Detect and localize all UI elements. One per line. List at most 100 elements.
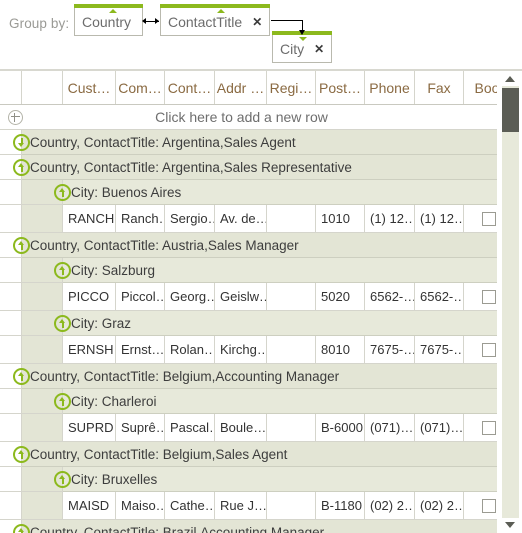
bool-cell[interactable] (464, 205, 497, 232)
bool-cell[interactable] (464, 283, 497, 310)
chip-remove-icon[interactable]: ✕ (252, 16, 262, 28)
group-by-chip-country[interactable]: Country (74, 4, 143, 36)
group-header-band[interactable]: City: Buenos Aires (54, 180, 497, 205)
table-cell[interactable]: ERNSH (63, 336, 116, 363)
table-cell[interactable]: Maiso… (116, 492, 165, 519)
collapse-group-icon[interactable] (54, 315, 71, 332)
add-row-plus-icon[interactable] (4, 109, 26, 125)
table-cell[interactable]: SUPRD (63, 414, 116, 441)
table-cell[interactable] (267, 414, 316, 441)
row-checkbox[interactable] (481, 342, 496, 357)
data-row[interactable]: MAISD Maiso… Cathe… Rue J… B-1180 (02) 2… (02)… (63, 492, 497, 520)
table-cell[interactable]: RANCH (63, 205, 116, 232)
column-header-2[interactable]: Cust… (63, 71, 116, 104)
row-checkbox[interactable] (481, 211, 496, 226)
vertical-scrollbar[interactable] (497, 71, 522, 533)
table-cell[interactable] (267, 205, 316, 232)
table-cell[interactable]: Suprê… (116, 414, 165, 441)
collapse-group-icon[interactable] (13, 237, 30, 254)
table-cell[interactable]: Boule… (215, 414, 267, 441)
table-cell[interactable]: B-6000 (316, 414, 365, 441)
group-header-band[interactable]: City: Graz (54, 311, 497, 336)
row-checkbox[interactable] (481, 498, 496, 513)
group-header-band[interactable]: Country, ContactTitle: Argentina,Sales R… (13, 155, 497, 180)
bool-cell[interactable] (464, 492, 497, 519)
collapse-group-icon[interactable] (13, 159, 30, 176)
bool-cell[interactable] (464, 414, 497, 441)
group-header-band[interactable]: City: Bruxelles (54, 467, 497, 492)
bool-cell[interactable] (464, 336, 497, 363)
scrollbar-thumb[interactable] (502, 88, 519, 132)
table-cell[interactable]: Rolan… (165, 336, 215, 363)
table-cell[interactable]: PICCO (63, 283, 116, 310)
group-by-chip-contacttitle[interactable]: ContactTitle ✕ (160, 4, 270, 36)
table-cell[interactable]: Rue J… (215, 492, 267, 519)
data-row[interactable]: ERNSH Ernst… Rolan… Kirchg… 8010 7675-… 7675-… (63, 336, 497, 364)
table-cell[interactable]: 6562-… (415, 283, 464, 310)
scroll-down-arrow-icon[interactable] (504, 522, 515, 528)
table-cell[interactable]: 6562-… (365, 283, 415, 310)
table-cell[interactable]: B-1180 (316, 492, 365, 519)
group-header-band[interactable]: Country, ContactTitle: Argentina,Sales A… (13, 130, 497, 155)
row-checkbox[interactable] (481, 420, 496, 435)
data-row[interactable]: PICCO Piccol… Georg… Geislw… 5020 6562-… 6562-… (63, 283, 497, 311)
table-cell[interactable]: MAISD (63, 492, 116, 519)
collapse-group-icon[interactable] (54, 471, 71, 488)
collapse-group-icon[interactable] (54, 184, 71, 201)
table-cell[interactable]: Geislw… (215, 283, 267, 310)
scrollbar-track[interactable] (502, 86, 519, 518)
table-cell[interactable]: Piccol… (116, 283, 165, 310)
table-cell[interactable] (267, 336, 316, 363)
table-cell[interactable]: 7675-… (365, 336, 415, 363)
group-by-chip-city[interactable]: City ✕ (272, 31, 332, 63)
table-cell[interactable]: 5020 (316, 283, 365, 310)
group-header-band[interactable]: Country, ContactTitle: Brazil,Accounting… (13, 520, 497, 533)
table-cell[interactable]: Kirchg… (215, 336, 267, 363)
column-header-8[interactable]: Phone (365, 71, 415, 104)
collapse-group-icon[interactable] (54, 393, 71, 410)
table-cell[interactable]: 7675-… (415, 336, 464, 363)
column-header-6[interactable]: Regi… (267, 71, 316, 104)
column-header-7[interactable]: Post… (316, 71, 365, 104)
row-gutter (0, 389, 22, 414)
row-checkbox[interactable] (481, 289, 496, 304)
column-header-3[interactable]: Com… (116, 71, 165, 104)
group-header-band[interactable]: Country, ContactTitle: Belgium,Accountin… (13, 364, 497, 389)
table-cell[interactable]: Ernst… (116, 336, 165, 363)
table-cell[interactable]: (071)… (415, 414, 464, 441)
table-cell[interactable]: (1) 12… (415, 205, 464, 232)
group-header-band[interactable]: City: Charleroi (54, 389, 497, 414)
table-cell[interactable]: Ranch… (116, 205, 165, 232)
table-cell[interactable]: 8010 (316, 336, 365, 363)
collapse-group-icon[interactable] (13, 368, 30, 385)
scroll-up-arrow-icon[interactable] (504, 76, 515, 82)
group-header-band[interactable]: Country, ContactTitle: Austria,Sales Man… (13, 233, 497, 258)
data-row[interactable]: SUPRDSuprê…Pascal…Boule…B-6000(071)…(071… (63, 414, 497, 442)
column-header-9[interactable]: Fax (415, 71, 464, 104)
group-header-band[interactable]: Country, ContactTitle: Belgium,Sales Age… (13, 442, 497, 467)
chip-remove-icon[interactable]: ✕ (314, 43, 324, 55)
table-cell[interactable]: (02) 2… (365, 492, 415, 519)
group-header-band[interactable]: City: Salzburg (54, 258, 497, 283)
table-cell[interactable]: Sergio… (165, 205, 215, 232)
column-header-5[interactable]: Addr … (215, 71, 267, 104)
collapse-group-icon[interactable] (54, 262, 71, 279)
table-cell[interactable]: Georg… (165, 283, 215, 310)
data-row[interactable]: RANCHRanch…Sergio…Av. de…1010(1) 12…(1) … (63, 205, 497, 233)
column-header-10[interactable]: Bool (464, 71, 497, 104)
table-cell[interactable]: Cathe… (165, 492, 215, 519)
table-cell[interactable]: Av. de… (215, 205, 267, 232)
expand-group-icon[interactable] (13, 134, 30, 151)
grouping-grid-app: Group by: Country ContactTitle ✕ City ✕ (0, 0, 522, 533)
column-header-4[interactable]: Cont… (165, 71, 215, 104)
table-cell[interactable]: Pascal… (165, 414, 215, 441)
table-cell[interactable]: (071)… (365, 414, 415, 441)
table-cell[interactable]: 1010 (316, 205, 365, 232)
table-cell[interactable]: (02) 2… (415, 492, 464, 519)
collapse-group-icon[interactable] (13, 446, 30, 463)
add-new-row[interactable]: Click here to add a new row (0, 105, 497, 130)
table-cell[interactable] (267, 492, 316, 519)
table-cell[interactable] (267, 283, 316, 310)
table-cell[interactable]: (1) 12… (365, 205, 415, 232)
row-gutter (0, 414, 22, 442)
